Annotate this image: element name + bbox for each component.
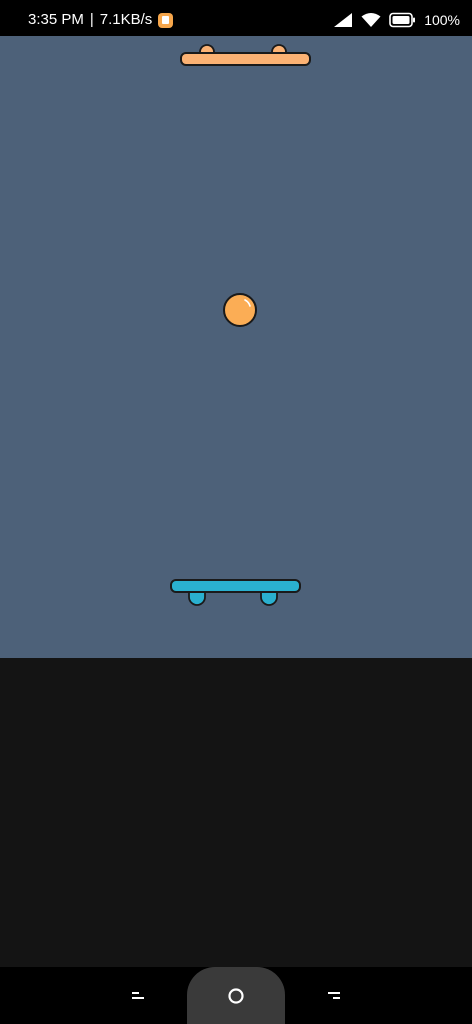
battery-percent: 100% (424, 12, 460, 28)
top-paddle (180, 44, 311, 66)
empty-panel (0, 658, 472, 967)
status-separator: | (89, 11, 94, 28)
battery-icon (389, 12, 416, 28)
back-button[interactable] (314, 975, 354, 1015)
status-right: 100% (333, 10, 460, 30)
bottom-paddle[interactable] (170, 579, 301, 606)
recents-button[interactable] (118, 975, 158, 1015)
network-speed: 7.1KB/s (99, 11, 153, 28)
menu-lines-icon (132, 992, 144, 999)
cell-signal-icon (334, 13, 353, 27)
circle-home-icon (228, 987, 244, 1004)
status-time: 3:35 PM (28, 11, 84, 28)
back-lines-icon (328, 992, 340, 999)
navigation-bar (0, 967, 472, 1024)
home-button[interactable] (187, 967, 285, 1024)
phone-screen: 3:35 PM | 7.1KB/s 100% (0, 0, 472, 1024)
game-canvas[interactable] (0, 36, 472, 658)
shopping-bag-icon (158, 12, 174, 28)
ball (223, 293, 257, 327)
game-area[interactable] (0, 36, 472, 658)
status-bar: 3:35 PM | 7.1KB/s 100% (0, 0, 472, 36)
status-left: 3:35 PM | 7.1KB/s (28, 10, 174, 30)
wifi-icon (361, 13, 381, 27)
